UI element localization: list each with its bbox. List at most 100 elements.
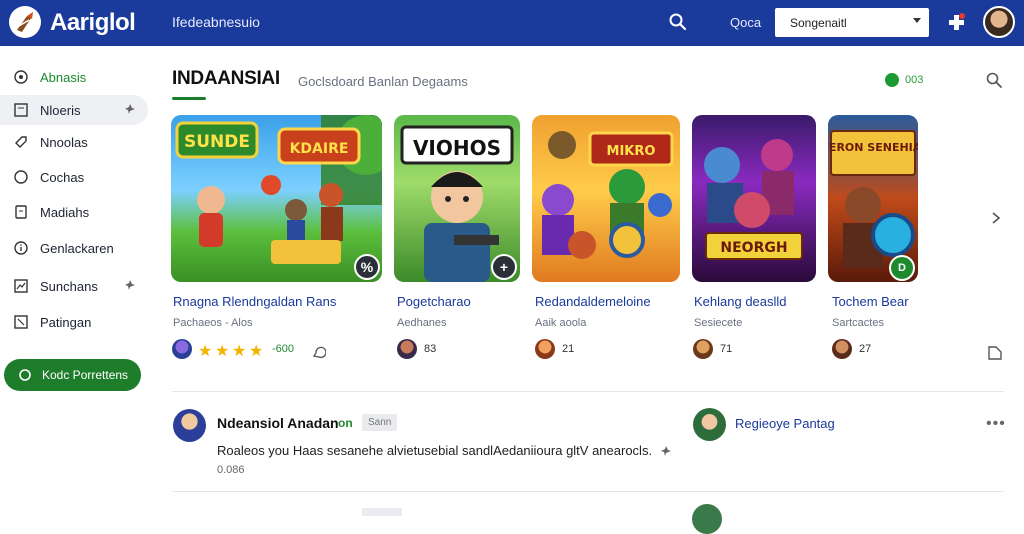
sidebar-item-label: Genlackaren <box>40 240 114 256</box>
game-card-image[interactable]: WERON SENEHIAS D <box>828 115 918 282</box>
card-title[interactable]: Redandaldemeloine <box>535 294 651 309</box>
card-subtitle: Aedhanes <box>397 317 447 329</box>
card-title[interactable]: Tochem Bear <box>832 294 909 309</box>
card-title[interactable]: Kehlang deaslld <box>694 294 787 309</box>
trend-icon <box>12 313 30 331</box>
language-select[interactable]: Songenaitl <box>775 8 929 37</box>
sidebar-item-label: Abnasis <box>40 69 87 85</box>
search-icon[interactable] <box>985 71 1003 89</box>
card-action-button[interactable]: + <box>491 254 517 280</box>
game-card-image[interactable]: MIKRO <box>532 115 680 282</box>
sidebar-item-5[interactable]: Genlackaren <box>0 233 148 263</box>
card-action-button[interactable]: D <box>889 255 915 281</box>
user-avatar[interactable] <box>983 6 1015 38</box>
post-author[interactable]: Ndeansiol Anadan <box>217 415 339 431</box>
card-meta: 27 <box>859 343 872 355</box>
chart-icon <box>12 277 30 295</box>
doc-icon <box>12 101 30 119</box>
game-art-text: KDAIRE <box>290 141 349 157</box>
sidebar-cta-button[interactable]: Kodc Porrettens <box>4 359 141 391</box>
more-icon[interactable]: ••• <box>986 415 1006 433</box>
avatar <box>832 339 852 359</box>
sidebar-item-7[interactable]: Patingan <box>0 307 148 337</box>
game-art-text: WERON SENEHIAS <box>828 141 918 154</box>
app-logo[interactable] <box>9 6 41 38</box>
info-icon <box>12 239 30 257</box>
avatar <box>172 339 192 359</box>
puzzle-icon[interactable] <box>945 11 967 33</box>
game-art-text: SUNDE <box>184 132 250 152</box>
card-subtitle: Aaik aoola <box>535 317 587 329</box>
sidebar-item-1[interactable]: Nloeris <box>0 95 148 125</box>
star-icon: ★ <box>232 343 247 360</box>
sidebar-item-0[interactable]: Abnasis <box>0 62 148 92</box>
sidebar-item-4[interactable]: Madiahs <box>0 197 148 227</box>
search-icon[interactable] <box>668 12 688 32</box>
avatar <box>693 339 713 359</box>
game-card-image[interactable]: VIOHOS + <box>394 115 520 282</box>
status-dot-icon <box>885 73 899 87</box>
sidebar-item-label: Nnoolas <box>40 134 88 150</box>
sidebar-item-6[interactable]: Sunchans <box>0 271 148 301</box>
card-subtitle: Sesiecete <box>694 317 743 329</box>
sidebar-item-label: Madiahs <box>40 204 90 220</box>
sidebar-item-label: Cochas <box>40 169 85 185</box>
bookmark-icon[interactable] <box>986 344 1004 362</box>
avatar <box>692 504 722 534</box>
post-tag: Sann <box>362 414 398 431</box>
game-art: MIKRO <box>542 131 674 259</box>
post-text: Roaleos you Haas sesanehe alvietusebial … <box>217 443 653 458</box>
brand-name: Aariglol <box>50 9 136 36</box>
section-divider <box>172 491 1004 492</box>
post-badge: on <box>338 416 353 430</box>
page-subtitle[interactable]: Goclsdoard Banlan Degaams <box>298 74 468 89</box>
status-text: 003 <box>905 74 924 86</box>
sidebar-item-label: Sunchans <box>40 278 98 294</box>
chevron-right-icon[interactable] <box>988 210 1004 226</box>
tag-icon <box>12 133 30 151</box>
pin-icon[interactable] <box>124 279 136 291</box>
top-link[interactable]: Qoca <box>730 15 761 30</box>
card-meta: 71 <box>720 343 733 355</box>
game-card-image[interactable]: SUNDE KDAIRE % <box>171 115 382 282</box>
sidebar-item-2[interactable]: Nnoolas <box>0 127 148 157</box>
game-art-text: VIOHOS <box>413 136 501 160</box>
card-meta: 83 <box>424 343 437 355</box>
star-icon: ★ <box>198 343 213 360</box>
top-bar: Aariglol Ifedeabnesuio Qoca Songenaitl <box>0 0 1024 46</box>
gauge-icon <box>12 68 30 86</box>
sidebar-item-label: Nloeris <box>40 102 81 118</box>
card-subtitle: Pachaeos - Alos <box>173 317 253 329</box>
card-title[interactable]: Rnagna Rlendngaldan Rans <box>173 294 336 309</box>
top-nav-link[interactable]: Ifedeabnesuio <box>172 14 260 30</box>
avatar <box>535 339 555 359</box>
game-art: NEORGH <box>704 139 803 260</box>
game-art-text: NEORGH <box>720 240 787 256</box>
card-meta: 21 <box>562 343 575 355</box>
pin-icon[interactable] <box>124 103 136 115</box>
chevron-down-icon <box>913 18 921 23</box>
post-meta: 0.086 <box>217 464 245 476</box>
avatar[interactable] <box>173 409 206 442</box>
sidebar-item-label: Patingan <box>40 314 92 330</box>
game-art-text: MIKRO <box>607 144 656 159</box>
card-action-button[interactable]: % <box>354 254 380 280</box>
card-title[interactable]: Pogetcharao <box>397 294 471 309</box>
right-user-name[interactable]: Regieoye Pantag <box>735 416 835 431</box>
card-subtitle: Sartcactes <box>832 317 884 329</box>
star-icon: ★ <box>249 343 264 360</box>
post-tag <box>362 508 402 516</box>
pin-icon[interactable] <box>660 445 672 457</box>
avatar <box>397 339 417 359</box>
cta-label: Kodc Porrettens <box>42 368 129 382</box>
sidebar-item-3[interactable]: Cochas <box>0 162 148 192</box>
game-card-image[interactable]: NEORGH <box>692 115 816 282</box>
refresh-icon <box>19 369 31 381</box>
avatar[interactable] <box>693 408 726 441</box>
comment-icon[interactable] <box>312 345 326 359</box>
select-value: Songenaitl <box>790 15 847 30</box>
logo-icon <box>17 12 33 32</box>
circle-icon <box>12 168 30 186</box>
title-underline <box>172 97 206 100</box>
card-meta: -600 <box>272 343 295 355</box>
